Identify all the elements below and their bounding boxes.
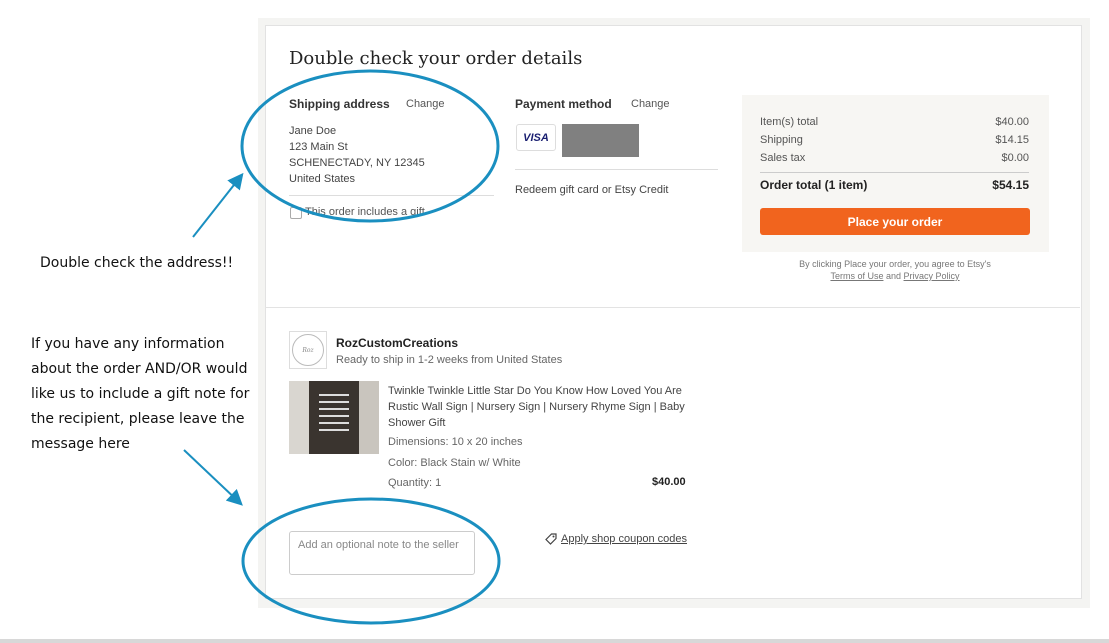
note-arrow [183,449,243,506]
annotation-overlay [183,69,501,625]
annotation-note-line: If you have any information [31,336,225,352]
annotation-note-line: like us to include a gift note for [31,386,250,402]
annotation-note-line: message here [31,436,130,452]
address-highlight-circle [240,69,500,223]
annotation-note-line: the recipient, please leave the [31,411,245,427]
annotation-note-line: about the order AND/OR would [31,361,248,377]
annotation-address: Double check the address!! [40,255,234,271]
note-highlight-circle [241,497,501,625]
address-arrow [192,172,244,238]
page-bottom-bar [0,639,1109,643]
annotation-note: If you have any information about the or… [31,332,249,457]
